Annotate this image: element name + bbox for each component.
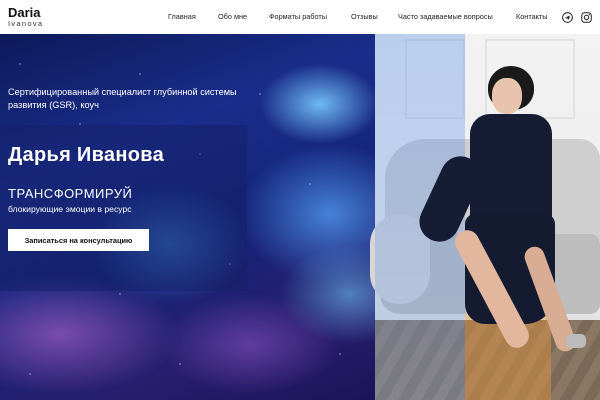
nav-item-contacts[interactable]: Контакты	[516, 12, 548, 21]
instagram-icon[interactable]	[581, 10, 592, 23]
telegram-icon[interactable]	[562, 10, 573, 23]
nav-item-about[interactable]: Обо мне	[218, 12, 247, 21]
hero-tagline-sub: блокирующие эмоции в ресурс	[8, 204, 132, 214]
hero-name: Дарья Иванова	[8, 144, 164, 166]
social-links	[562, 10, 592, 23]
logo-name: Daria	[8, 5, 41, 20]
nav-item-home[interactable]: Главная	[168, 12, 196, 21]
site-header: Daria Ivanova Главная Обо мне Форматы ра…	[0, 0, 600, 34]
portrait-shoe	[566, 334, 586, 348]
hero-subtitle: Сертифицированный специалист глубинной с…	[8, 87, 237, 110]
logo-surname: Ivanova	[8, 19, 44, 28]
nav-item-formats[interactable]: Форматы работы	[269, 12, 327, 21]
nav-item-faq[interactable]: Часто задаваемые вопросы	[398, 12, 493, 21]
portrait-face	[492, 78, 522, 114]
book-consultation-button[interactable]: Записаться на консультацию	[8, 229, 149, 251]
hero-tagline: ТРАНСФОРМИРУЙ	[8, 186, 133, 201]
logo[interactable]: Daria Ivanova	[8, 6, 43, 28]
nav-item-reviews[interactable]: Отзывы	[351, 12, 378, 21]
